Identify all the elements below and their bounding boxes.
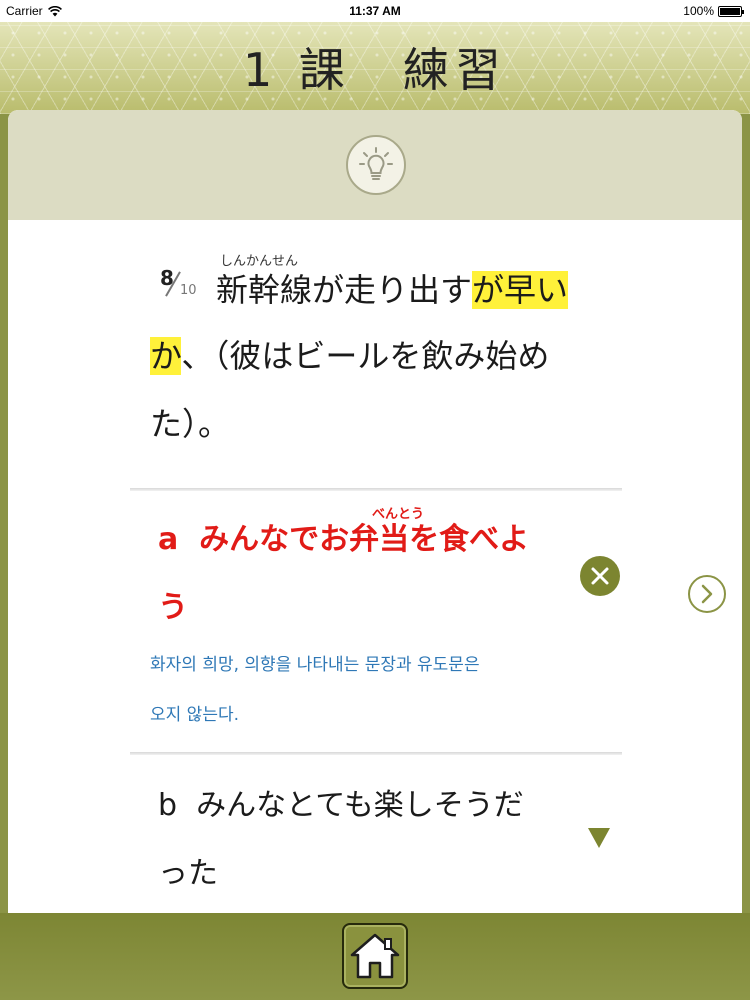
option-b-line-1: b みんなとても楽しそうだ: [158, 788, 524, 823]
status-bar: Carrier 11:37 AM 100%: [0, 0, 750, 22]
close-circle-icon: [591, 567, 609, 585]
option-a[interactable]: べんとう a みんなでお弁当を食べよ う 화자의 희망, 의향을 나타내는 문장…: [8, 490, 742, 752]
bottom-bar: [0, 913, 750, 1000]
home-button[interactable]: [342, 923, 408, 989]
battery-status: 100%: [683, 4, 744, 18]
scroll-down-indicator[interactable]: [588, 826, 612, 850]
option-a-line-2: う: [158, 590, 188, 625]
status-time: 11:37 AM: [349, 4, 401, 18]
app-screen: Carrier 11:37 AM 100% 1 課 練習 8 10 しんかんせん…: [0, 0, 750, 1000]
explanation-line-1: 화자의 희망, 의향을 나타내는 문장과 유도문은: [150, 655, 480, 675]
option-b[interactable]: b みんなとても楽しそうだ った: [8, 754, 742, 913]
question-counter-badge: 8 10: [160, 268, 204, 308]
wrong-mark: [580, 556, 620, 596]
question-block: 8 10 しんかんせん 新幹線が走り出すが早い か、（彼はビールを飲み始め た）…: [8, 110, 742, 490]
option-a-line-1: a みんなでお弁当を食べよ: [158, 522, 530, 557]
question-line-1: 新幹線が走り出すが早い: [216, 256, 569, 324]
highlight-answer-2: か: [150, 337, 182, 375]
question-text-2: 、（彼はビールを飲み始め: [181, 337, 550, 375]
battery-percent: 100%: [683, 4, 714, 18]
question-line-3: た）。: [150, 390, 230, 458]
home-icon: [350, 933, 400, 979]
battery-icon: [718, 5, 744, 17]
question-card: 8 10 しんかんせん 新幹線が走り出すが早い か、（彼はビールを飲み始め た）…: [8, 110, 742, 913]
question-text-3: た）。: [150, 405, 231, 443]
header: 1 課 練習: [0, 22, 750, 114]
explanation-line-2: 오지 않는다.: [150, 705, 240, 725]
question-text-1: 新幹線が走り出す: [216, 271, 473, 309]
option-b-line-2: った: [158, 856, 218, 891]
question-line-2: か、（彼はビールを飲み始め: [150, 322, 549, 390]
highlight-answer-1: が早い: [472, 271, 569, 309]
question-total: 10: [180, 283, 197, 298]
chevron-right-icon: [701, 584, 713, 604]
triangle-down-icon: [588, 828, 610, 848]
next-button[interactable]: [688, 575, 726, 613]
page-title: 1 課 練習: [243, 43, 507, 97]
